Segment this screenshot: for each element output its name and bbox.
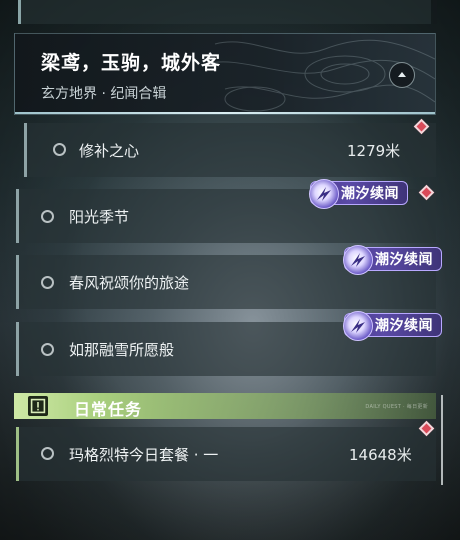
- event-tag: 潮汐续闻: [309, 179, 408, 209]
- row-edge: [433, 0, 437, 24]
- exclamation-icon: [28, 396, 48, 416]
- quest-group-header[interactable]: 梁鸢，玉驹，城外客 玄方地界 · 纪闻合辑: [14, 33, 436, 115]
- event-tag-label: 潮汐续闻: [341, 186, 399, 202]
- daily-quest-row[interactable]: 玛格烈特今日套餐 · 一 14648米: [16, 427, 436, 481]
- quest-label: 玛格烈特今日套餐 · 一: [69, 446, 219, 464]
- chevron-up-icon: [398, 72, 406, 77]
- daily-quest-subtitle: DAILY QUEST · 每日更新: [365, 404, 428, 410]
- quest-distance: 1279米: [347, 142, 401, 160]
- quest-status-circle-icon: [41, 343, 54, 356]
- quest-status-circle-icon: [41, 210, 54, 223]
- collapse-button[interactable]: [389, 62, 415, 88]
- quest-label: 修补之心: [79, 142, 140, 160]
- tide-event-icon: [343, 311, 373, 341]
- quest-group-title: 梁鸢，玉驹，城外客: [41, 52, 222, 74]
- daily-quest-title: 日常任务: [74, 400, 143, 419]
- quest-status-circle-icon: [41, 276, 54, 289]
- quest-distance: 14648米: [349, 446, 412, 464]
- event-tag: 潮汐续闻: [343, 311, 442, 341]
- quest-group-subtitle: 玄方地界 · 纪闻合辑: [41, 86, 167, 102]
- quest-row-partial[interactable]: [18, 0, 437, 24]
- tide-event-icon: [309, 179, 339, 209]
- quest-label: 阳光季节: [69, 208, 130, 226]
- quest-status-circle-icon: [53, 143, 66, 156]
- quest-label: 如那融雪所愿般: [69, 341, 175, 359]
- event-tag-label: 潮汐续闻: [375, 318, 433, 334]
- event-tag-label: 潮汐续闻: [375, 252, 433, 268]
- quest-row[interactable]: 修补之心 1279米: [24, 123, 436, 177]
- event-tag: 潮汐续闻: [343, 245, 442, 275]
- quest-status-circle-icon: [41, 447, 54, 460]
- daily-quest-section-header[interactable]: 日常任务 DAILY QUEST · 每日更新: [14, 393, 436, 419]
- scrollbar[interactable]: [441, 395, 443, 485]
- quest-label: 春风祝颂你的旅途: [69, 274, 190, 292]
- tide-event-icon: [343, 245, 373, 275]
